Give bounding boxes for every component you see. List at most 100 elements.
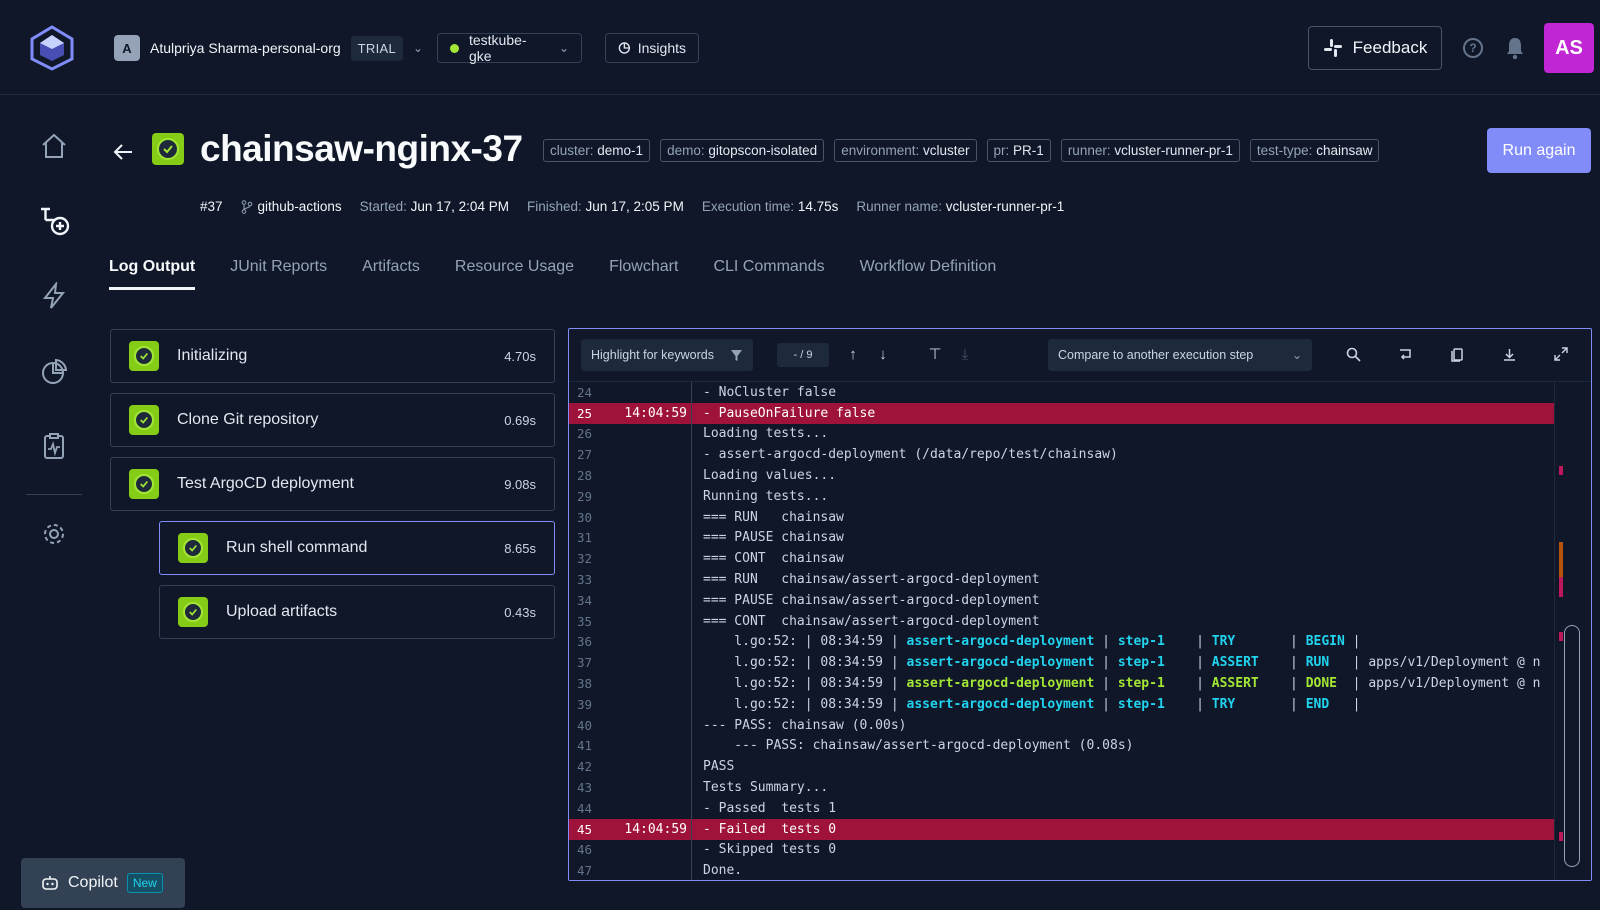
tab-cli-commands[interactable]: CLI Commands xyxy=(713,258,824,290)
line-text: --- PASS: chainsaw (0.00s) xyxy=(703,717,907,733)
log-line: 35 === CONT chainsaw/assert-argocd-deploy… xyxy=(569,610,1554,632)
insights-label: Insights xyxy=(637,40,686,56)
copilot-label: Copilot xyxy=(68,874,118,891)
gutter xyxy=(691,735,703,757)
gutter xyxy=(691,818,703,840)
home-icon[interactable] xyxy=(38,130,70,162)
compare-step-select[interactable]: Compare to another execution step ⌄ xyxy=(1048,339,1312,371)
line-text: Tests Summary... xyxy=(703,780,829,796)
step-name: Test ArgoCD deployment xyxy=(177,475,354,492)
back-arrow-icon[interactable] xyxy=(112,141,134,163)
line-number: 33 xyxy=(577,572,593,588)
line-text: Done. xyxy=(703,863,743,879)
arrow-down-icon[interactable]: ↓ xyxy=(873,343,893,365)
expand-icon[interactable] xyxy=(1551,343,1571,365)
help-icon[interactable]: ? xyxy=(1463,38,1483,58)
line-number: 43 xyxy=(577,780,593,796)
log-line: 26 Loading tests... xyxy=(569,423,1554,445)
log-line: 39 l.go:52: | 08:34:59 | assert-argocd-d… xyxy=(569,693,1554,715)
environment-selector[interactable]: testkube-gke ⌄ xyxy=(437,32,582,64)
line-text: Running tests... xyxy=(703,488,829,504)
line-number: 39 xyxy=(577,696,593,712)
line-text: - assert-argocd-deployment (/data/repo/t… xyxy=(703,447,1118,463)
line-number: 24 xyxy=(577,384,593,400)
insights-button[interactable]: Insights xyxy=(605,33,699,63)
tab-workflow-definition[interactable]: Workflow Definition xyxy=(860,258,997,290)
copy-icon[interactable] xyxy=(1447,343,1467,365)
execution-source: github-actions xyxy=(241,199,342,214)
line-text: Loading tests... xyxy=(703,426,829,442)
log-line: 32 === CONT chainsaw xyxy=(569,548,1554,570)
finished-at: Finished: Jun 17, 2:05 PM xyxy=(526,199,684,214)
clipboard-pulse-icon[interactable] xyxy=(38,430,70,462)
log-line: 27 - assert-argocd-deployment (/data/repo… xyxy=(569,444,1554,466)
line-text: === PAUSE chainsaw xyxy=(703,530,844,546)
log-body[interactable]: 24 - NoCluster false 25 14:04:59 - PauseOnFa… xyxy=(569,382,1554,880)
log-line: 34 === PAUSE chainsaw/assert-argocd-deplo… xyxy=(569,589,1554,611)
tab-resource-usage[interactable]: Resource Usage xyxy=(455,258,574,290)
tab-flowchart[interactable]: Flowchart xyxy=(609,258,678,290)
line-text: --- PASS: chainsaw/assert-argocd-deploym… xyxy=(703,738,1134,754)
step-name: Upload artifacts xyxy=(226,603,338,620)
scroll-to-bottom-icon[interactable]: ⤓ xyxy=(955,343,975,365)
arrow-up-icon[interactable]: ↑ xyxy=(843,343,863,365)
gutter xyxy=(691,797,703,819)
copilot-button[interactable]: Copilot New xyxy=(21,858,185,908)
log-line-highlighted: 45 14:04:59 - Failed tests 0 xyxy=(569,818,1554,840)
line-number: 44 xyxy=(577,800,593,816)
tab-log-output[interactable]: Log Output xyxy=(109,258,196,290)
user-avatar[interactable]: AS xyxy=(1544,23,1594,73)
log-line: 31 === PAUSE chainsaw xyxy=(569,527,1554,549)
step-run-shell-command[interactable]: Run shell command 8.65s xyxy=(159,521,555,575)
line-text: - Skipped tests 0 xyxy=(703,842,837,858)
gutter xyxy=(691,631,703,653)
wrap-lines-icon[interactable] xyxy=(1395,343,1415,365)
line-number: 35 xyxy=(577,613,593,629)
step-upload-artifacts[interactable]: Upload artifacts 0.43s xyxy=(159,585,555,639)
step-duration: 9.08s xyxy=(504,476,536,492)
chevron-down-icon: ⌄ xyxy=(558,41,569,55)
line-number: 32 xyxy=(577,551,593,567)
line-text: l.go:52: | 08:34:59 | assert-argocd-depl… xyxy=(703,634,1361,650)
testkube-logo-icon[interactable] xyxy=(30,25,74,71)
execution-time: Execution time: 14.75s xyxy=(701,199,839,214)
gutter xyxy=(691,548,703,570)
gutter xyxy=(691,444,703,466)
lightning-icon[interactable] xyxy=(38,280,70,312)
check-icon xyxy=(178,533,208,563)
run-again-button[interactable]: Run again xyxy=(1487,128,1591,173)
scroll-to-top-icon[interactable]: ⊤ xyxy=(925,343,945,365)
step-clone-git-repository[interactable]: Clone Git repository 0.69s xyxy=(110,393,555,447)
log-line: 24 - NoCluster false xyxy=(569,382,1554,403)
download-icon[interactable] xyxy=(1499,343,1519,365)
log-scrollbar[interactable] xyxy=(1564,625,1580,867)
log-line: 44 - Passed tests 1 xyxy=(569,797,1554,819)
feedback-label: Feedback xyxy=(1352,38,1428,57)
status-dot-icon xyxy=(450,43,459,53)
log-line: 33 === RUN chainsaw/assert-argocd-deploym… xyxy=(569,569,1554,590)
tab-artifacts[interactable]: Artifacts xyxy=(362,258,420,290)
pie-chart-icon[interactable] xyxy=(38,356,70,388)
gear-icon[interactable] xyxy=(38,518,70,550)
feedback-button[interactable]: Feedback xyxy=(1308,26,1442,70)
search-icon[interactable] xyxy=(1343,343,1363,365)
line-text: - Passed tests 1 xyxy=(703,800,837,816)
gutter xyxy=(691,402,703,424)
keyword-highlight-filter[interactable]: Highlight for keywords xyxy=(581,339,753,371)
bell-icon[interactable] xyxy=(1504,36,1526,60)
line-number: 29 xyxy=(577,488,593,504)
step-test-argocd-deployment[interactable]: Test ArgoCD deployment 9.08s xyxy=(110,457,555,511)
label-chip: runner: vcluster-runner-pr-1 xyxy=(1060,139,1240,162)
environment-name: testkube-gke xyxy=(468,32,527,64)
log-line: 42 PASS xyxy=(569,756,1554,778)
line-text: l.go:52: | 08:34:59 | assert-argocd-depl… xyxy=(703,676,1541,692)
line-number: 47 xyxy=(577,863,593,879)
step-initializing[interactable]: Initializing 4.70s xyxy=(110,329,555,383)
label-chip: environment: vcluster xyxy=(834,139,977,162)
test-workflows-icon[interactable] xyxy=(38,204,70,236)
gutter xyxy=(691,569,703,590)
tab-junit-reports[interactable]: JUnit Reports xyxy=(230,258,327,290)
line-text: l.go:52: | 08:34:59 | assert-argocd-depl… xyxy=(703,696,1361,712)
label-chip: cluster: demo-1 xyxy=(543,139,651,162)
org-switcher[interactable]: A Atulpriya Sharma-personal-org TRIAL ⌄ xyxy=(114,35,423,61)
